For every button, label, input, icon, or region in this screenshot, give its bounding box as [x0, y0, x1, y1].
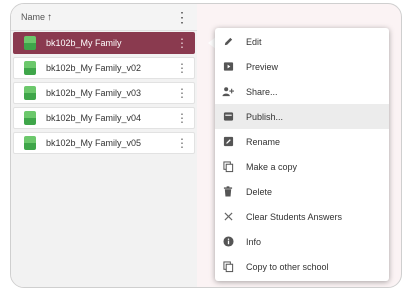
column-header-name: Name: [21, 12, 46, 22]
menu-item-label: Make a copy: [246, 161, 298, 172]
list-item-label: bk102b_My Family_v04: [46, 113, 142, 123]
trash-icon: [222, 186, 234, 198]
document-icon: [24, 61, 36, 75]
list-item[interactable]: bk102b_My Family_v03 ⋮: [13, 82, 195, 104]
menu-item-share[interactable]: Share...: [215, 79, 389, 104]
menu-item-make-copy[interactable]: Make a copy: [215, 154, 389, 179]
sort-by-name-button[interactable]: Name ↑: [21, 12, 52, 23]
kebab-icon[interactable]: ⋮: [176, 112, 188, 124]
menu-item-label: Preview: [246, 61, 279, 72]
menu-item-label: Copy to other school: [246, 261, 329, 272]
menu-item-label: Clear Students Answers: [246, 211, 343, 222]
menu-item-label: Share...: [246, 86, 278, 97]
menu-item-edit[interactable]: Edit: [215, 29, 389, 54]
menu-item-label: Edit: [246, 36, 262, 47]
document-icon: [24, 136, 36, 150]
menu-item-preview[interactable]: Preview: [215, 54, 389, 79]
menu-item-clear-answers[interactable]: Clear Students Answers: [215, 204, 389, 229]
menu-item-publish[interactable]: Publish...: [215, 104, 389, 129]
file-list: Name ↑ ⋮ bk102b_My Family ⋮ bk102b_My Fa…: [11, 4, 197, 287]
document-icon: [24, 86, 36, 100]
document-icon: [24, 36, 36, 50]
file-browser-panel: Name ↑ ⋮ bk102b_My Family ⋮ bk102b_My Fa…: [10, 3, 402, 288]
copy-icon: [222, 260, 234, 273]
arrow-up-icon: ↑: [47, 11, 53, 23]
kebab-icon[interactable]: ⋮: [176, 137, 188, 149]
publish-icon: [222, 111, 234, 123]
list-item-label: bk102b_My Family_v05: [46, 138, 142, 148]
kebab-icon[interactable]: ⋮: [176, 62, 188, 74]
add-user-icon: [222, 86, 234, 98]
list-item-label: bk102b_My Family_v02: [46, 63, 142, 73]
list-item[interactable]: bk102b_My Family ⋮: [13, 32, 195, 54]
kebab-icon[interactable]: ⋮: [176, 37, 188, 49]
list-item-label: bk102b_My Family: [46, 38, 122, 48]
context-menu: Edit Preview Share... Publish... Rename: [215, 28, 389, 281]
list-item[interactable]: bk102b_My Family_v02 ⋮: [13, 57, 195, 79]
list-header: Name ↑ ⋮: [11, 4, 197, 31]
menu-item-info[interactable]: Info: [215, 229, 389, 254]
list-item[interactable]: bk102b_My Family_v04 ⋮: [13, 107, 195, 129]
menu-item-label: Info: [246, 236, 262, 247]
list-item[interactable]: bk102b_My Family_v05 ⋮: [13, 132, 195, 154]
menu-item-copy-to-school[interactable]: Copy to other school: [215, 254, 389, 279]
menu-item-label: Delete: [246, 186, 273, 197]
rename-icon: [222, 136, 234, 148]
menu-item-label: Publish...: [246, 111, 284, 122]
menu-item-label: Rename: [246, 136, 281, 147]
list-options-kebab-icon[interactable]: ⋮: [175, 10, 189, 24]
pencil-icon: [222, 36, 234, 48]
document-icon: [24, 111, 36, 125]
list-item-label: bk102b_My Family_v03: [46, 88, 142, 98]
info-icon: [222, 236, 234, 248]
play-icon: [222, 61, 234, 73]
close-icon: [222, 211, 234, 223]
menu-item-rename[interactable]: Rename: [215, 129, 389, 154]
menu-item-delete[interactable]: Delete: [215, 179, 389, 204]
kebab-icon[interactable]: ⋮: [176, 87, 188, 99]
copy-icon: [222, 160, 234, 173]
